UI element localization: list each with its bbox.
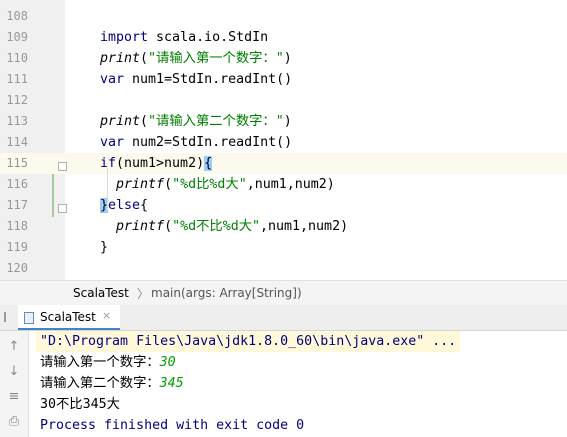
code-line[interactable]: 119}: [0, 237, 567, 258]
code-editor[interactable]: 108 109 import scala.io.StdIn 110 print("请输入…: [0, 0, 567, 280]
code-token: (: [164, 219, 173, 234]
code-line[interactable]: 109 import scala.io.StdIn: [0, 27, 567, 48]
code-token: num1=StdIn.readInt(): [132, 72, 293, 87]
code-token: {: [140, 198, 149, 213]
pin-icon[interactable]: [4, 312, 12, 322]
close-icon[interactable]: ×: [102, 309, 111, 322]
line-number: 109: [6, 30, 28, 44]
breadcrumb-class[interactable]: ScalaTest: [73, 286, 129, 300]
code-token: (num1>num2): [116, 156, 205, 171]
code-token: printf: [116, 177, 165, 192]
code-line[interactable]: 116 printf("%d比%d大",num1,num2): [0, 174, 567, 195]
arrow-up-icon[interactable]: ↑: [6, 339, 22, 355]
code-token: "请输入第一个数字：": [148, 51, 284, 66]
code-token: else: [108, 198, 141, 213]
code-text: printf("%d比%d大",num1,num2): [100, 174, 335, 195]
code-token: "请输入第二个数字：": [148, 114, 284, 129]
code-line[interactable]: 117}else{: [0, 195, 567, 216]
line-number: 119: [6, 240, 28, 254]
code-line[interactable]: 112: [0, 90, 567, 111]
code-text: }: [100, 237, 108, 258]
line-number: 117: [6, 198, 28, 212]
code-line[interactable]: 114 var num2=StdIn.readInt(): [0, 132, 567, 153]
run-console[interactable]: ↑ ↓ ≡ ⎙ "D:\Program Files\Java\jdk1.8.0_…: [0, 331, 567, 437]
run-config-icon: [24, 312, 34, 324]
breadcrumb-method[interactable]: main(args: Array[String]): [151, 286, 302, 300]
run-tab-label: ScalaTest: [40, 310, 96, 324]
code-token: (: [164, 177, 173, 192]
code-text: print("请输入第一个数字："): [100, 48, 292, 69]
console-prompt: 请输入第二个数字：: [40, 376, 160, 391]
console-prompt: 请输入第一个数字：: [40, 355, 160, 370]
code-token: printf: [116, 219, 165, 234]
code-token: print: [100, 114, 141, 129]
code-text: if(num1>num2){: [100, 153, 213, 174]
code-line[interactable]: 108: [0, 6, 567, 27]
code-token: ): [283, 114, 292, 129]
breadcrumb: ScalaTest 〉 main(args: Array[String]): [0, 280, 567, 306]
code-token: ,num1,num2): [246, 177, 335, 192]
fold-marker-if[interactable]: [58, 162, 67, 171]
console-user-input: 30: [159, 355, 176, 370]
code-token: "%d比%d大": [172, 177, 247, 192]
code-text: import scala.io.StdIn: [100, 27, 268, 48]
code-token: ,num1,num2): [260, 219, 349, 234]
line-number: 118: [6, 219, 28, 233]
console-exit-message: Process finished with exit code 0: [40, 418, 305, 433]
code-token: print: [100, 51, 141, 66]
console-line: 请输入第二个数字：345: [40, 373, 184, 394]
code-token: "%d不比%d大": [172, 219, 261, 234]
line-number: 113: [6, 114, 28, 128]
code-token: if: [100, 156, 117, 171]
code-token: (: [140, 114, 149, 129]
line-number: 112: [6, 93, 28, 107]
breadcrumb-separator: 〉: [137, 287, 150, 301]
code-token: num2=StdIn.readInt(): [132, 135, 293, 150]
code-token: ): [283, 51, 292, 66]
code-token: {: [204, 156, 213, 171]
code-line[interactable]: 118 printf("%d不比%d大",num1,num2): [0, 216, 567, 237]
arrow-down-icon[interactable]: ↓: [6, 364, 22, 380]
line-number: 110: [6, 51, 28, 65]
code-text: var num2=StdIn.readInt(): [100, 132, 292, 153]
code-token: var: [100, 72, 133, 87]
code-line[interactable]: 113 print("请输入第二个数字："): [0, 111, 567, 132]
line-number: 108: [6, 9, 28, 23]
code-line[interactable]: 110 print("请输入第一个数字："): [0, 48, 567, 69]
console-line: 请输入第一个数字：30: [40, 352, 176, 373]
code-token: scala.io.StdIn: [156, 30, 269, 45]
line-number: 111: [6, 72, 28, 86]
console-output: 30不比345大: [40, 397, 120, 412]
console-command-line: "D:\Program Files\Java\jdk1.8.0_60\bin\j…: [36, 331, 460, 352]
code-line[interactable]: 115 if(num1>num2){: [0, 153, 567, 174]
indent-guide: [107, 168, 108, 210]
tab-scalatest-run[interactable]: ScalaTest ×: [18, 305, 120, 330]
console-user-input: 345: [159, 376, 184, 391]
code-token: (: [140, 51, 149, 66]
run-tool-window-tabs: ScalaTest ×: [0, 305, 567, 331]
code-line[interactable]: 120: [0, 258, 567, 279]
code-token: }: [100, 240, 109, 255]
line-number: 115: [6, 156, 28, 170]
line-number: 120: [6, 261, 28, 275]
code-text: printf("%d不比%d大",num1,num2): [100, 216, 348, 237]
code-text: print("请输入第二个数字："): [100, 111, 292, 132]
code-line[interactable]: 111 var num1=StdIn.readInt(): [0, 69, 567, 90]
code-token: var: [100, 135, 133, 150]
line-number: 114: [6, 135, 28, 149]
console-toolbar: ↑ ↓ ≡ ⎙: [0, 331, 29, 437]
line-number: 116: [6, 177, 28, 191]
soft-wrap-icon[interactable]: ≡: [6, 389, 22, 405]
fold-marker-else[interactable]: [58, 204, 67, 213]
code-token: import: [100, 30, 157, 45]
print-icon[interactable]: ⎙: [6, 414, 22, 430]
code-text: var num1=StdIn.readInt(): [100, 69, 292, 90]
